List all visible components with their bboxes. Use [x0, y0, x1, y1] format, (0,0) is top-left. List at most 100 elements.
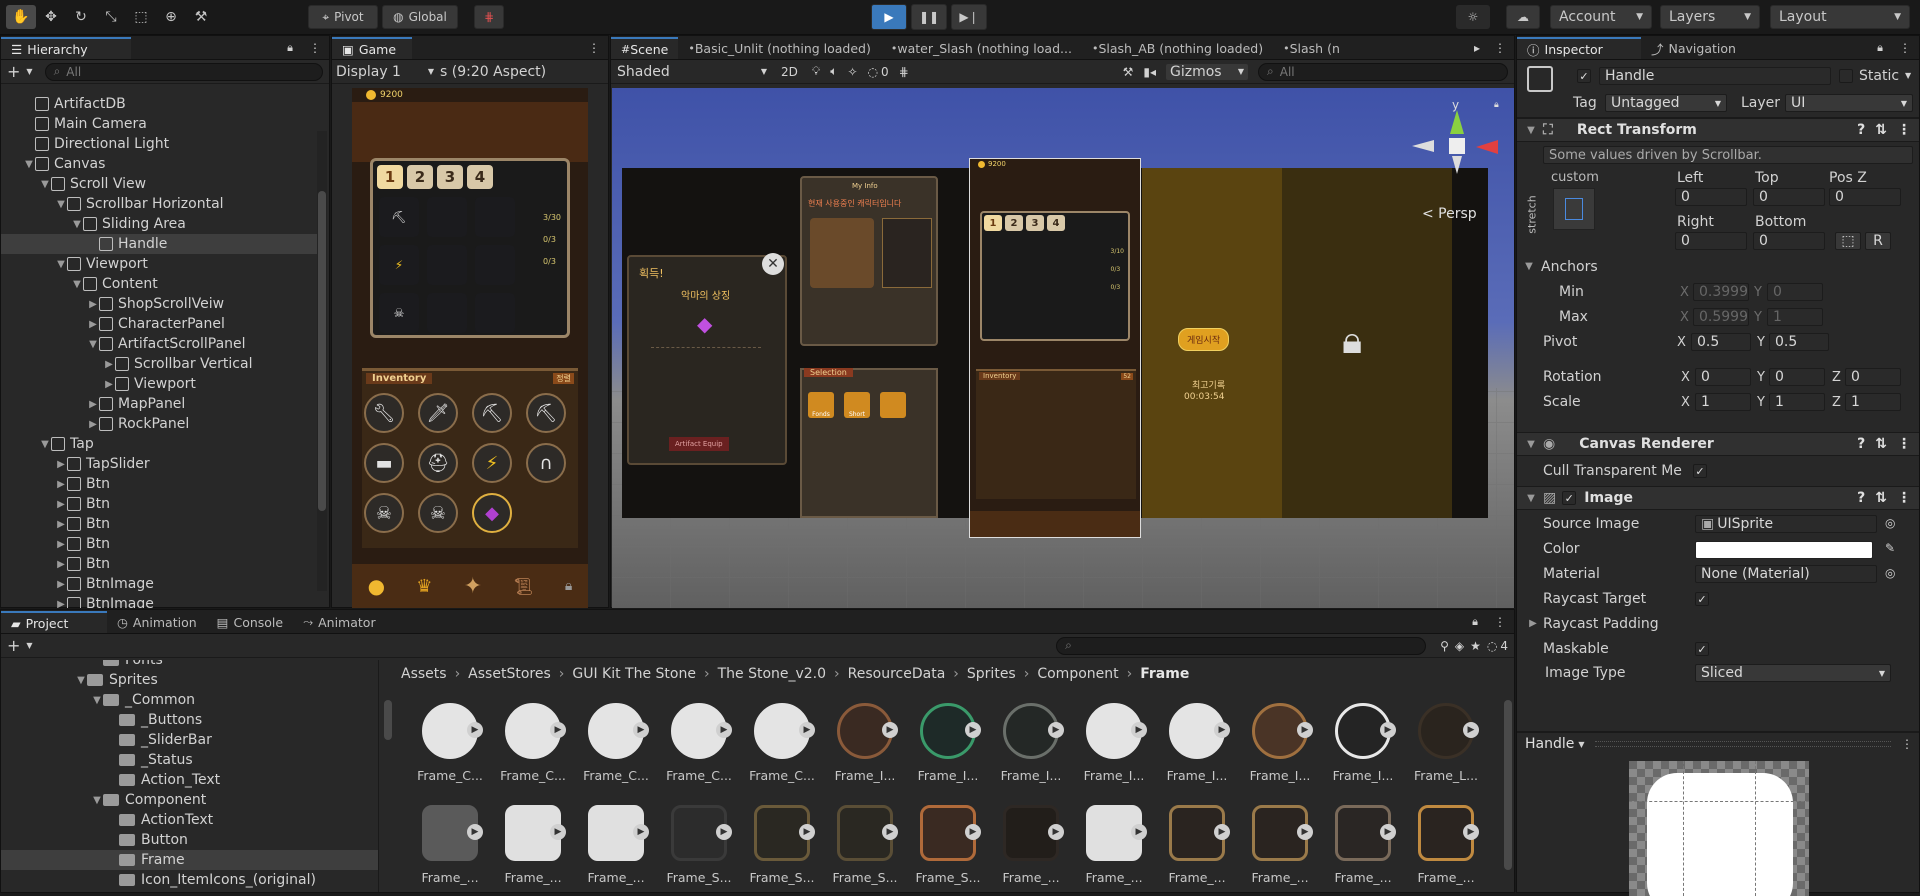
asset-expand-icon[interactable]: ▶ — [633, 824, 649, 840]
pivot-x-field[interactable]: 0.5 — [1691, 333, 1751, 351]
asset-expand-icon[interactable]: ▶ — [1131, 824, 1147, 840]
foldout-arrow-icon[interactable]: ▶ — [55, 499, 67, 510]
foldout-arrow-icon[interactable]: ▼ — [39, 179, 51, 190]
project-folder-item[interactable]: ActionText — [1, 810, 378, 830]
skull-icon[interactable]: ☠ — [379, 293, 419, 333]
folder-tree-scrollbar[interactable] — [383, 660, 393, 890]
project-folder-item[interactable]: _Status — [1, 750, 378, 770]
pivot-button[interactable]: ⌖ Pivot — [308, 5, 378, 29]
hand-icon[interactable]: ✋ — [6, 5, 36, 29]
hierarchy-item[interactable]: ▼ Canvas — [1, 154, 317, 174]
foldout-arrow-icon[interactable]: ▶ — [55, 459, 67, 470]
asset-expand-icon[interactable]: ▶ — [799, 722, 815, 738]
tab-navigation[interactable]: ⤴ Navigation — [1641, 37, 1746, 59]
hierarchy-item[interactable]: ▼ ArtifactScrollPanel — [1, 334, 317, 354]
custom-tool-icon[interactable]: ⚒ — [186, 5, 216, 29]
presets-icon[interactable]: ⇅ — [1875, 490, 1887, 506]
bottom-field[interactable]: 0 — [1753, 232, 1825, 250]
asset-item[interactable]: ▶ Frame_... — [1245, 802, 1315, 885]
foldout-arrow-icon[interactable]: ▼ — [71, 219, 83, 230]
breadcrumb-item[interactable]: The Stone_v2.0 — [718, 666, 826, 682]
effects-icon[interactable]: ✧ — [847, 65, 857, 79]
asset-item[interactable]: ▶ Frame_I... — [1328, 700, 1398, 783]
color-swatch[interactable] — [1695, 541, 1873, 559]
asset-expand-icon[interactable]: ▶ — [467, 722, 483, 738]
foldout-arrow-icon[interactable]: ▶ — [87, 419, 99, 430]
asset-expand-icon[interactable]: ▶ — [550, 824, 566, 840]
lightning-icon[interactable]: ⚡ — [472, 443, 512, 483]
grid-snap-button[interactable]: ⋕ — [474, 5, 504, 29]
asset-item[interactable]: ▶ Frame_... — [581, 802, 651, 885]
empty-slot[interactable] — [475, 293, 515, 333]
scale-y-field[interactable]: 1 — [1769, 393, 1825, 411]
audio-icon[interactable]: 🔈︎ — [830, 64, 837, 79]
raycast-target-checkbox[interactable]: ✓ — [1695, 592, 1709, 606]
foldout-arrow-icon[interactable]: ▶ — [55, 559, 67, 570]
menu-dots-icon[interactable]: ⋮ — [309, 41, 321, 55]
tab-console[interactable]: ▤ Console — [207, 611, 293, 633]
image-enabled-checkbox[interactable]: ✓ — [1562, 491, 1577, 505]
breadcrumb-item[interactable]: Sprites — [967, 666, 1016, 682]
lock-icon[interactable]: 🔒︎ — [1472, 615, 1478, 629]
tab-scene-2[interactable]: • water_Slash (nothing load... — [881, 37, 1082, 59]
pickaxe-icon[interactable]: ⛏ — [526, 393, 566, 433]
static-checkbox[interactable] — [1839, 69, 1853, 83]
project-folder-item[interactable]: Icon_ItemIcons_(original) — [1, 870, 378, 890]
breadcrumb-item[interactable]: GUI Kit The Stone — [572, 666, 696, 682]
source-image-field[interactable]: ▣ UISprite — [1695, 515, 1877, 533]
project-folder-item[interactable]: Action_Text — [1, 770, 378, 790]
asset-item[interactable]: ▶ Frame_C... — [581, 700, 651, 783]
hierarchy-item[interactable]: ArtifactDB — [1, 94, 317, 114]
hierarchy-item[interactable]: Handle — [1, 234, 317, 254]
scale-x-field[interactable]: 1 — [1695, 393, 1751, 411]
component-menu-icon[interactable]: ⋮ — [1897, 490, 1911, 506]
top-field[interactable]: 0 — [1753, 188, 1825, 206]
raw-edit-button[interactable]: R — [1865, 232, 1891, 250]
asset-expand-icon[interactable]: ▶ — [1380, 824, 1396, 840]
rot-x-field[interactable]: 0 — [1695, 368, 1751, 386]
left-field[interactable]: 0 — [1675, 188, 1747, 206]
grid-icon[interactable]: ⋕ — [899, 65, 909, 79]
asset-item[interactable]: ▶ Frame_... — [996, 802, 1066, 885]
asset-expand-icon[interactable]: ▶ — [882, 722, 898, 738]
favorite-icon[interactable]: ★ — [1470, 639, 1481, 653]
asset-item[interactable]: ▶ Frame_S... — [830, 802, 900, 885]
scene-game-ui[interactable]: 9200 1234 3/10 0/3 0/3 Inventory 52 — [969, 158, 1141, 538]
asset-item[interactable]: ▶ Frame_S... — [913, 802, 983, 885]
perspective-label[interactable]: < Persp — [1422, 206, 1477, 222]
lock-icon[interactable]: 🔒︎ — [287, 41, 293, 55]
asset-item[interactable]: ▶ Frame_I... — [830, 700, 900, 783]
asset-item[interactable]: ▶ Frame_I... — [1162, 700, 1232, 783]
posz-field[interactable]: 0 — [1829, 188, 1901, 206]
artifact-tab[interactable]: 2 — [407, 165, 433, 189]
breadcrumb-item[interactable]: ResourceData — [848, 666, 946, 682]
map-nav-icon[interactable]: ✦ — [464, 574, 482, 599]
chevron-down-icon[interactable]: ▼ — [26, 67, 32, 76]
foldout-arrow-icon[interactable]: ▼ — [55, 199, 67, 210]
breadcrumb-item[interactable]: Component — [1037, 666, 1118, 682]
project-folder-item[interactable]: ▼ Component — [1, 790, 378, 810]
lock-nav-icon[interactable]: 🔒︎ — [565, 578, 572, 594]
artifact-tab[interactable]: 1 — [377, 165, 403, 189]
asset-expand-icon[interactable]: ▶ — [882, 824, 898, 840]
pause-button[interactable]: ❚❚ — [911, 4, 947, 30]
tab-project[interactable]: ▰ Project — [1, 611, 107, 633]
hierarchy-item[interactable]: ▼ Sliding Area — [1, 214, 317, 234]
sword-icon[interactable]: 🗡︎ — [418, 393, 458, 433]
start-game-button[interactable]: 게임시작 — [1178, 328, 1230, 351]
asset-item[interactable]: ▶ Frame_... — [1328, 802, 1398, 885]
play-button[interactable]: ▶ — [871, 4, 907, 30]
object-picker-icon[interactable]: ◎ — [1885, 516, 1895, 530]
asset-item[interactable]: ▶ Frame_C... — [747, 700, 817, 783]
helmet-icon[interactable]: ⛑︎ — [418, 443, 458, 483]
hierarchy-item[interactable]: ▶ Btn — [1, 554, 317, 574]
asset-expand-icon[interactable]: ▶ — [1048, 824, 1064, 840]
close-icon[interactable]: ✕ — [762, 253, 784, 275]
selection-item[interactable]: Fonds — [808, 392, 834, 418]
asset-item[interactable]: ▶ Frame_C... — [664, 700, 734, 783]
project-folder-item[interactable]: ▼ Sprites — [1, 670, 378, 690]
scrollbar-thumb[interactable] — [1504, 700, 1512, 870]
project-search-input[interactable]: ⌕ — [1056, 636, 1427, 655]
menu-dots-icon[interactable]: ⋮ — [1899, 41, 1911, 55]
asset-expand-icon[interactable]: ▶ — [1131, 722, 1147, 738]
